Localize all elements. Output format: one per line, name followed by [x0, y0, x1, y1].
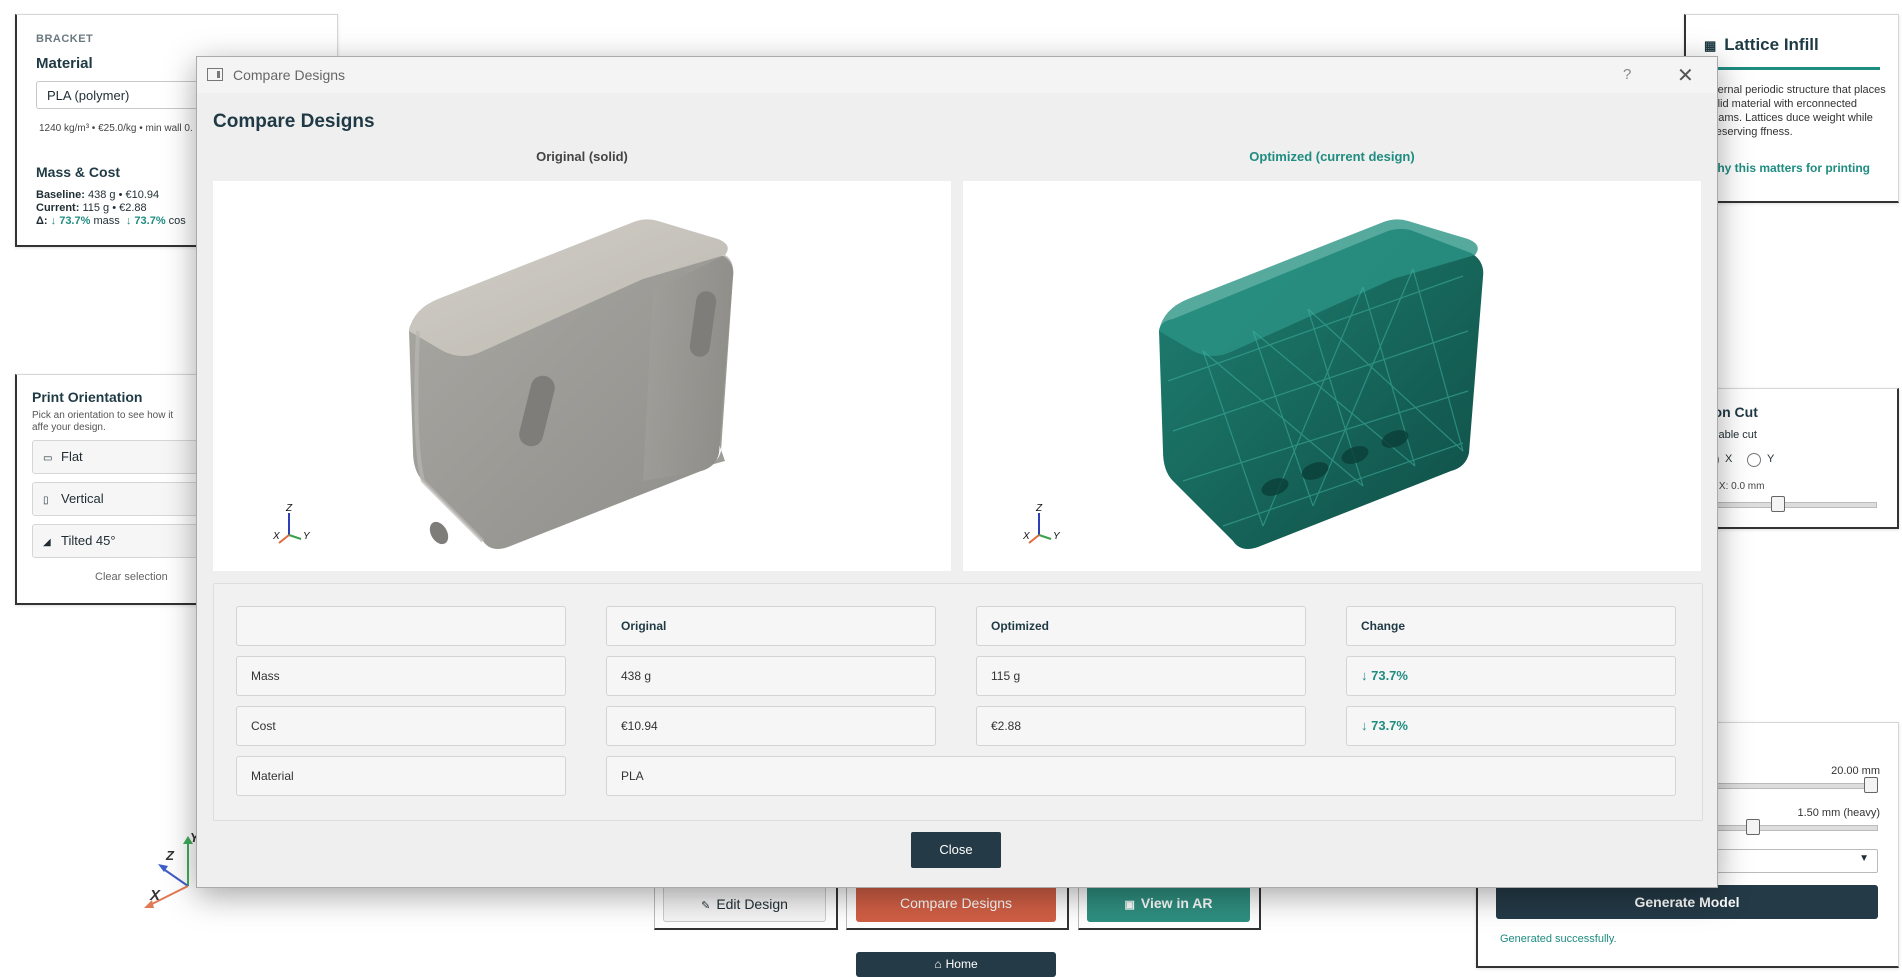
comparison-table: Original Optimized Change Mass 438 g 115… [213, 583, 1703, 821]
optimized-model-viewer[interactable]: Z X Y [963, 181, 1701, 571]
triad-x: X [272, 531, 280, 542]
cost-original: €10.94 [606, 706, 936, 746]
dialog-titlebar[interactable]: Compare Designs ? ✕ [197, 57, 1717, 93]
compare-designs-dialog: Compare Designs ? ✕ Compare Designs Orig… [196, 56, 1718, 888]
table-header-original: Original [606, 606, 936, 646]
table-header-optimized: Optimized [976, 606, 1306, 646]
triad-z: Z [285, 503, 293, 514]
triad-y: Y [1053, 531, 1061, 542]
row-label-material: Material [236, 756, 566, 796]
close-icon[interactable]: ✕ [1677, 63, 1694, 88]
triad-y: Y [303, 531, 311, 542]
mass-change: ↓ 73.7% [1346, 656, 1676, 696]
triad-x: X [1022, 531, 1030, 542]
original-model-viewer[interactable]: Z X Y [213, 181, 951, 571]
dialog-window-title: Compare Designs [233, 67, 346, 83]
solid-bracket-model [409, 219, 734, 549]
viewer-axis-triad: Z X Y [1022, 503, 1061, 544]
cost-optimized: €2.88 [976, 706, 1306, 746]
help-button[interactable]: ? [1623, 66, 1631, 83]
triad-z: Z [1035, 503, 1043, 514]
viewer-axis-triad: Z X Y [272, 503, 311, 544]
lattice-bracket-model [1159, 219, 1484, 549]
window-icon [207, 68, 223, 81]
dialog-heading: Compare Designs [213, 111, 375, 132]
cost-change: ↓ 73.7% [1346, 706, 1676, 746]
close-button[interactable]: Close [911, 832, 1001, 868]
row-label-cost: Cost [236, 706, 566, 746]
mass-optimized: 115 g [976, 656, 1306, 696]
material-value: PLA [606, 756, 1676, 796]
optimized-viewer-title: Optimized (current design) [1249, 149, 1415, 164]
row-label-mass: Mass [236, 656, 566, 696]
mass-original: 438 g [606, 656, 936, 696]
table-header-change: Change [1346, 606, 1676, 646]
original-viewer-title: Original (solid) [536, 149, 628, 164]
table-header-empty [236, 606, 566, 646]
